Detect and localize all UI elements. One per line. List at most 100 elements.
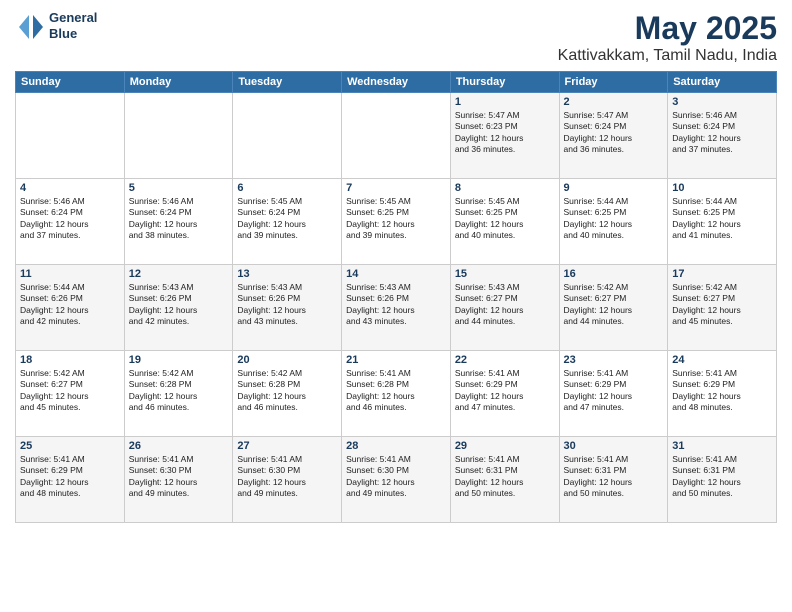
- calendar-week-2: 4Sunrise: 5:46 AM Sunset: 6:24 PM Daylig…: [16, 179, 777, 265]
- day-info: Sunrise: 5:42 AM Sunset: 6:27 PM Dayligh…: [564, 282, 664, 328]
- calendar-cell: 11 Sunrise: 5:44 AM Sunset: 6:26 PM Dayli…: [16, 265, 125, 351]
- calendar-cell: [124, 93, 233, 179]
- day-number: 25: [20, 440, 120, 452]
- day-info: Sunrise: 5:42 AM Sunset: 6:28 PM Dayligh…: [129, 368, 229, 414]
- day-info: Sunrise: 5:45 AM Sunset: 6:25 PM Dayligh…: [455, 196, 555, 242]
- day-info: Sunrise: 5:41 AM Sunset: 6:29 PM Dayligh…: [672, 368, 772, 414]
- location-title: Kattivakkam, Tamil Nadu, India: [558, 47, 777, 65]
- calendar-cell: 7 Sunrise: 5:45 AM Sunset: 6:25 PM Daylig…: [342, 179, 451, 265]
- day-number: 29: [455, 440, 555, 452]
- day-info: Sunrise: 5:46 AM Sunset: 6:24 PM Dayligh…: [672, 110, 772, 156]
- day-number: 11: [20, 268, 120, 280]
- calendar-cell: 23 Sunrise: 5:41 AM Sunset: 6:29 PM Dayli…: [559, 351, 668, 437]
- day-number: 30: [564, 440, 664, 452]
- day-info: Sunrise: 5:42 AM Sunset: 6:27 PM Dayligh…: [672, 282, 772, 328]
- day-number: 20: [237, 354, 337, 366]
- day-info: Sunrise: 5:44 AM Sunset: 6:25 PM Dayligh…: [564, 196, 664, 242]
- calendar-cell: [233, 93, 342, 179]
- calendar-cell: 4Sunrise: 5:46 AM Sunset: 6:24 PM Daylig…: [16, 179, 125, 265]
- day-number: 9: [564, 182, 664, 194]
- month-title: May 2025: [558, 10, 777, 47]
- calendar-cell: 15 Sunrise: 5:43 AM Sunset: 6:27 PM Dayli…: [450, 265, 559, 351]
- day-info: Sunrise: 5:42 AM Sunset: 6:28 PM Dayligh…: [237, 368, 337, 414]
- day-info: Sunrise: 5:44 AM Sunset: 6:25 PM Dayligh…: [672, 196, 772, 242]
- day-number: 13: [237, 268, 337, 280]
- col-friday: Friday: [559, 72, 668, 93]
- calendar-cell: 16Sunrise: 5:42 AM Sunset: 6:27 PM Dayli…: [559, 265, 668, 351]
- col-monday: Monday: [124, 72, 233, 93]
- day-info: Sunrise: 5:41 AM Sunset: 6:29 PM Dayligh…: [564, 368, 664, 414]
- day-info: Sunrise: 5:43 AM Sunset: 6:27 PM Dayligh…: [455, 282, 555, 328]
- calendar-cell: 26Sunrise: 5:41 AM Sunset: 6:30 PM Dayli…: [124, 437, 233, 523]
- calendar-cell: 21Sunrise: 5:41 AM Sunset: 6:28 PM Dayli…: [342, 351, 451, 437]
- day-number: 6: [237, 182, 337, 194]
- calendar-cell: 30Sunrise: 5:41 AM Sunset: 6:31 PM Dayli…: [559, 437, 668, 523]
- day-info: Sunrise: 5:41 AM Sunset: 6:30 PM Dayligh…: [237, 454, 337, 500]
- day-info: Sunrise: 5:43 AM Sunset: 6:26 PM Dayligh…: [129, 282, 229, 328]
- day-info: Sunrise: 5:47 AM Sunset: 6:23 PM Dayligh…: [455, 110, 555, 156]
- calendar-cell: 8 Sunrise: 5:45 AM Sunset: 6:25 PM Daylig…: [450, 179, 559, 265]
- day-number: 14: [346, 268, 446, 280]
- calendar-cell: 2 Sunrise: 5:47 AM Sunset: 6:24 PM Daylig…: [559, 93, 668, 179]
- calendar-cell: 1 Sunrise: 5:47 AM Sunset: 6:23 PM Daylig…: [450, 93, 559, 179]
- day-info: Sunrise: 5:41 AM Sunset: 6:29 PM Dayligh…: [455, 368, 555, 414]
- day-info: Sunrise: 5:46 AM Sunset: 6:24 PM Dayligh…: [20, 196, 120, 242]
- day-info: Sunrise: 5:46 AM Sunset: 6:24 PM Dayligh…: [129, 196, 229, 242]
- day-number: 15: [455, 268, 555, 280]
- calendar-header-row: Sunday Monday Tuesday Wednesday Thursday…: [16, 72, 777, 93]
- day-number: 8: [455, 182, 555, 194]
- calendar-cell: 28 Sunrise: 5:41 AM Sunset: 6:30 PM Dayli…: [342, 437, 451, 523]
- col-sunday: Sunday: [16, 72, 125, 93]
- calendar-cell: 14 Sunrise: 5:43 AM Sunset: 6:26 PM Dayli…: [342, 265, 451, 351]
- calendar-cell: 27 Sunrise: 5:41 AM Sunset: 6:30 PM Dayli…: [233, 437, 342, 523]
- day-info: Sunrise: 5:41 AM Sunset: 6:31 PM Dayligh…: [672, 454, 772, 500]
- calendar-cell: 3Sunrise: 5:46 AM Sunset: 6:24 PM Daylig…: [668, 93, 777, 179]
- day-info: Sunrise: 5:43 AM Sunset: 6:26 PM Dayligh…: [346, 282, 446, 328]
- calendar-cell: 9 Sunrise: 5:44 AM Sunset: 6:25 PM Daylig…: [559, 179, 668, 265]
- day-info: Sunrise: 5:41 AM Sunset: 6:29 PM Dayligh…: [20, 454, 120, 500]
- day-number: 2: [564, 96, 664, 108]
- calendar-cell: 25 Sunrise: 5:41 AM Sunset: 6:29 PM Dayli…: [16, 437, 125, 523]
- calendar-cell: 19 Sunrise: 5:42 AM Sunset: 6:28 PM Dayli…: [124, 351, 233, 437]
- day-number: 19: [129, 354, 229, 366]
- day-number: 12: [129, 268, 229, 280]
- col-wednesday: Wednesday: [342, 72, 451, 93]
- logo-icon: [15, 11, 45, 41]
- title-section: May 2025 Kattivakkam, Tamil Nadu, India: [558, 10, 777, 65]
- calendar-cell: 5 Sunrise: 5:46 AM Sunset: 6:24 PM Daylig…: [124, 179, 233, 265]
- calendar-cell: 29 Sunrise: 5:41 AM Sunset: 6:31 PM Dayli…: [450, 437, 559, 523]
- logo-text: General Blue: [49, 10, 97, 41]
- calendar-cell: 6Sunrise: 5:45 AM Sunset: 6:24 PM Daylig…: [233, 179, 342, 265]
- calendar-week-3: 11 Sunrise: 5:44 AM Sunset: 6:26 PM Dayli…: [16, 265, 777, 351]
- calendar-cell: 20 Sunrise: 5:42 AM Sunset: 6:28 PM Dayli…: [233, 351, 342, 437]
- calendar-cell: 13Sunrise: 5:43 AM Sunset: 6:26 PM Dayli…: [233, 265, 342, 351]
- day-number: 23: [564, 354, 664, 366]
- day-info: Sunrise: 5:42 AM Sunset: 6:27 PM Dayligh…: [20, 368, 120, 414]
- col-tuesday: Tuesday: [233, 72, 342, 93]
- day-number: 21: [346, 354, 446, 366]
- col-saturday: Saturday: [668, 72, 777, 93]
- day-number: 24: [672, 354, 772, 366]
- day-number: 1: [455, 96, 555, 108]
- logo-line2: Blue: [49, 26, 97, 42]
- calendar-week-1: 1 Sunrise: 5:47 AM Sunset: 6:23 PM Daylig…: [16, 93, 777, 179]
- logo: General Blue: [15, 10, 97, 41]
- day-info: Sunrise: 5:45 AM Sunset: 6:25 PM Dayligh…: [346, 196, 446, 242]
- day-info: Sunrise: 5:41 AM Sunset: 6:31 PM Dayligh…: [455, 454, 555, 500]
- day-number: 31: [672, 440, 772, 452]
- day-number: 17: [672, 268, 772, 280]
- calendar-cell: 24 Sunrise: 5:41 AM Sunset: 6:29 PM Dayli…: [668, 351, 777, 437]
- day-number: 22: [455, 354, 555, 366]
- day-number: 26: [129, 440, 229, 452]
- day-number: 7: [346, 182, 446, 194]
- day-info: Sunrise: 5:41 AM Sunset: 6:30 PM Dayligh…: [346, 454, 446, 500]
- day-number: 28: [346, 440, 446, 452]
- calendar-week-5: 25 Sunrise: 5:41 AM Sunset: 6:29 PM Dayli…: [16, 437, 777, 523]
- calendar-cell: 10 Sunrise: 5:44 AM Sunset: 6:25 PM Dayli…: [668, 179, 777, 265]
- day-info: Sunrise: 5:44 AM Sunset: 6:26 PM Dayligh…: [20, 282, 120, 328]
- day-number: 10: [672, 182, 772, 194]
- day-info: Sunrise: 5:47 AM Sunset: 6:24 PM Dayligh…: [564, 110, 664, 156]
- day-number: 5: [129, 182, 229, 194]
- day-number: 27: [237, 440, 337, 452]
- calendar-cell: 12 Sunrise: 5:43 AM Sunset: 6:26 PM Dayli…: [124, 265, 233, 351]
